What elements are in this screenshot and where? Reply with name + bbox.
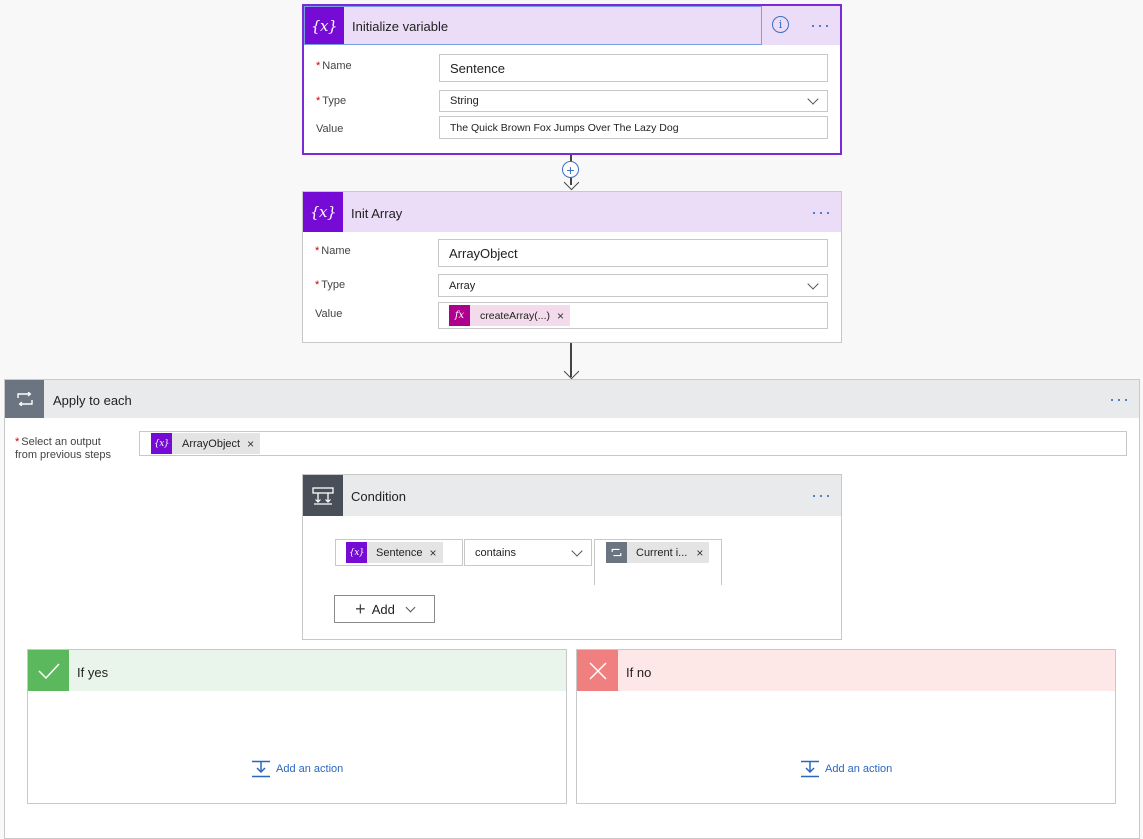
more-options-icon[interactable]: ··· (811, 203, 832, 221)
more-options-icon[interactable]: ··· (811, 486, 832, 504)
type-label: * Type (315, 279, 346, 291)
if-no-branch[interactable]: If no Add an action (576, 649, 1116, 804)
condition-operator-select[interactable]: contains (464, 539, 592, 566)
select-output-input[interactable]: {x} ArrayObject × (139, 431, 1127, 456)
add-condition-button[interactable]: + Add (334, 595, 435, 623)
apply-to-each-header[interactable]: Apply to each ··· (5, 380, 1139, 418)
variable-token[interactable]: {x} ArrayObject × (151, 433, 261, 454)
variable-icon: {x} (151, 433, 172, 454)
condition-icon (303, 475, 343, 516)
value-label: Value (315, 308, 343, 320)
more-options-icon[interactable]: ··· (1109, 390, 1130, 408)
loop-token[interactable]: Current i... × (606, 542, 710, 563)
card-title: Apply to each (53, 393, 132, 408)
if-yes-branch[interactable]: If yes Add an action (27, 649, 567, 804)
arrow-head-icon (563, 363, 580, 380)
condition-left-operand[interactable]: {x} Sentence × (335, 539, 463, 566)
expression-token[interactable]: fx createArray(...) × (449, 305, 571, 326)
condition-card[interactable]: Condition ··· {x} Sentence × contains Cu… (302, 474, 842, 640)
type-select[interactable]: String (439, 90, 828, 112)
loop-icon (5, 380, 44, 418)
variable-icon: {x} (346, 542, 367, 563)
if-no-header[interactable]: If no (577, 650, 1115, 691)
branch-title: If no (626, 665, 652, 680)
type-select[interactable]: Array (438, 274, 828, 297)
value-input[interactable]: The Quick Brown Fox Jumps Over The Lazy … (439, 116, 828, 139)
init-array-header[interactable]: {x} Init Array ··· (303, 192, 841, 232)
fx-icon: fx (449, 305, 470, 326)
remove-token-icon[interactable]: × (247, 437, 254, 451)
variable-icon: {x} (303, 192, 343, 232)
remove-token-icon[interactable]: × (557, 309, 564, 323)
chevron-down-icon (807, 278, 819, 290)
info-icon[interactable]: i (772, 16, 789, 33)
add-an-action-link[interactable]: Add an action (251, 760, 343, 778)
remove-token-icon[interactable]: × (429, 546, 436, 560)
card-title: Condition (351, 489, 406, 504)
checkmark-icon (28, 650, 69, 691)
chevron-down-icon (571, 545, 583, 557)
initialize-variable-header[interactable]: {x} Initialize variable i ··· (304, 6, 840, 45)
value-input[interactable]: fx createArray(...) × (438, 302, 828, 329)
condition-header[interactable]: Condition ··· (303, 475, 841, 516)
loop-icon (606, 542, 627, 563)
add-action-icon (801, 760, 819, 778)
chevron-down-icon (405, 602, 416, 612)
init-array-card[interactable]: {x} Init Array ··· * Name ArrayObject * Ty… (302, 191, 842, 343)
cross-icon (577, 650, 618, 691)
card-title: Initialize variable (352, 19, 449, 34)
branch-title: If yes (77, 665, 109, 680)
remove-token-icon[interactable]: × (696, 546, 703, 560)
add-an-action-link[interactable]: Add an action (800, 760, 892, 778)
add-action-icon (252, 760, 270, 778)
more-options-icon[interactable]: ··· (810, 16, 831, 34)
card-title: Init Array (351, 206, 403, 221)
initialize-variable-card[interactable]: {x} Initialize variable i ··· * Name Sent… (302, 4, 842, 155)
name-input[interactable]: Sentence (439, 54, 828, 82)
name-label: * Name (316, 60, 352, 72)
plus-icon: + (355, 598, 366, 619)
type-label: * Type (316, 95, 347, 107)
variable-token[interactable]: {x} Sentence × (346, 542, 443, 563)
select-output-label: * Select an output from previous steps (15, 436, 111, 461)
chevron-down-icon (807, 93, 819, 105)
if-yes-header[interactable]: If yes (28, 650, 566, 691)
condition-right-operand[interactable]: Current i... × (594, 539, 722, 585)
name-label: * Name (315, 245, 351, 257)
value-label: Value (316, 123, 344, 135)
name-input[interactable]: ArrayObject (438, 239, 828, 267)
